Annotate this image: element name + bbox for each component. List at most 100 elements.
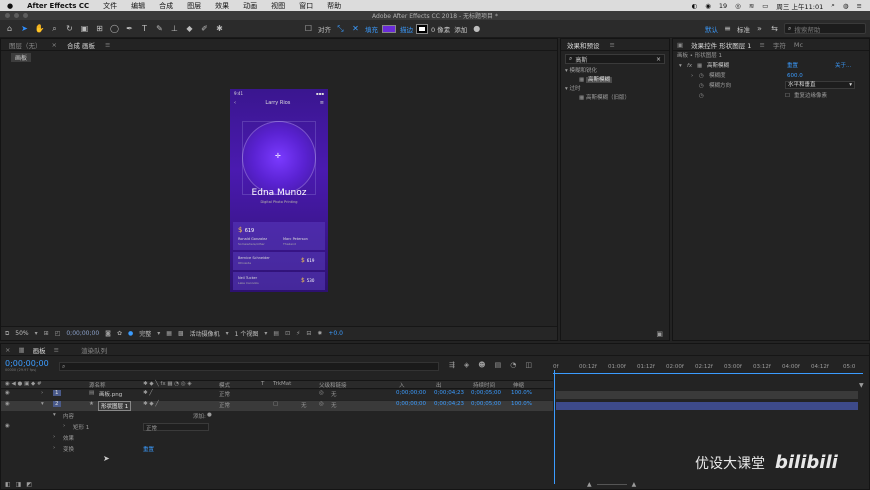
blur-value[interactable]: 600.0 (787, 71, 803, 81)
col-source-name[interactable]: 源名称 (89, 381, 106, 389)
fx-icon[interactable]: fx (687, 61, 692, 71)
add-label[interactable]: 添加: (193, 412, 206, 420)
col-stretch[interactable]: 伸缩 (513, 381, 524, 389)
frame-blend-icon[interactable]: ▤ (495, 361, 502, 369)
exposure-value[interactable]: +0.0 (328, 330, 343, 337)
about-link[interactable]: 关于... (835, 61, 851, 71)
add-icon[interactable]: ● (471, 23, 482, 34)
close-icon[interactable] (5, 13, 10, 18)
zoom-tool-icon[interactable]: ⌕ (49, 23, 60, 34)
workspace-standard[interactable]: 标准 (737, 24, 750, 34)
home-icon[interactable]: ⌂ (4, 23, 15, 34)
clock[interactable]: 周三 上午11:01 (776, 1, 823, 11)
snapshot-icon[interactable]: ◙ (105, 330, 111, 337)
grid-icon[interactable]: ⊞ (44, 330, 49, 337)
ellipse-tool-icon[interactable]: ◯ (109, 23, 120, 34)
fill-swatch[interactable] (382, 24, 396, 33)
layer-search[interactable]: ⌕ (59, 362, 439, 371)
visibility-icon[interactable]: ◉ (5, 401, 10, 407)
stroke-swatch[interactable] (416, 23, 428, 34)
visibility-icon[interactable]: ◉ (5, 423, 10, 429)
fit-icon[interactable]: ▾ (35, 330, 38, 337)
tab-menu-icon[interactable]: ≡ (54, 346, 59, 354)
track-bar-1[interactable] (556, 391, 858, 399)
add-icon[interactable]: ● (207, 412, 212, 418)
menu-file[interactable]: 文件 (96, 1, 124, 11)
dropdown-icon-2[interactable]: ▾ (226, 330, 229, 337)
eraser-tool-icon[interactable]: ◆ (184, 23, 195, 34)
rect-row[interactable]: ◉ › 矩形 1 正常 (1, 423, 553, 433)
stroke-width[interactable]: 0 像素 (431, 24, 450, 34)
clear-icon[interactable]: × (656, 56, 661, 63)
repeat-checkbox[interactable]: ☐ (785, 91, 790, 101)
camera-select[interactable]: 活动摄像机 (190, 329, 220, 338)
zoom-out-icon[interactable]: ▲ (587, 481, 592, 488)
direction-select[interactable]: 水平和垂直 ▾ (785, 81, 855, 89)
col-in[interactable]: 入 (399, 381, 405, 389)
layer-mode[interactable]: 正常 (219, 401, 230, 409)
expand-icon[interactable]: ▾ (679, 61, 682, 71)
hand-tool-icon[interactable]: ✋ (34, 23, 45, 34)
tab-timeline-comp[interactable]: 画板 (33, 345, 46, 355)
3d-icon[interactable]: ⊡ (285, 330, 290, 337)
type-tool-icon[interactable]: T (139, 23, 150, 34)
effect-gaussian-blur-legacy[interactable]: ▦ 高斯模糊（旧版） (565, 94, 669, 103)
sync-icon[interactable]: ⇆ (769, 23, 780, 34)
col-parent[interactable]: 父级和链接 (319, 381, 347, 389)
group-obsolete[interactable]: ▾ 过时 (565, 85, 669, 94)
motion-blur-icon[interactable]: ◔ (510, 361, 516, 369)
add-label[interactable]: 添加 (454, 24, 467, 34)
wifi-icon[interactable]: ≋ (749, 2, 754, 10)
expand-icon[interactable]: › (41, 390, 43, 396)
battery-icon[interactable]: ▭ (762, 2, 768, 10)
reset-link[interactable]: 重置 (787, 61, 798, 71)
exposure-icon[interactable]: ✸ (317, 330, 322, 337)
expand-icon[interactable]: ▾ (53, 412, 56, 418)
pickwhip-icon[interactable]: ◎ (319, 390, 324, 396)
layer-out[interactable]: 0;00;04;23 (434, 390, 464, 396)
dropdown-icon-3[interactable]: ▾ (264, 330, 267, 337)
tab-menu-icon[interactable]: ≡ (105, 41, 110, 49)
shy-icon[interactable]: ☻ (478, 361, 485, 369)
trkmat-value[interactable]: 无 (301, 401, 307, 409)
search-icon[interactable]: ⌕ (831, 1, 835, 10)
layout-icon[interactable]: ▤ (273, 330, 279, 337)
col-duration[interactable]: 持续时间 (473, 381, 495, 389)
layer-parent[interactable]: 无 (331, 390, 337, 398)
layer-stretch[interactable]: 100.0% (511, 401, 532, 407)
layer-mode[interactable]: 正常 (219, 390, 230, 398)
status-icon[interactable]: ◐ (692, 2, 698, 10)
apple-icon[interactable]: ● (0, 2, 20, 10)
snap-icon-2[interactable]: ✕ (350, 23, 361, 34)
group-blur-sharpen[interactable]: ▾ 模糊和锐化 (565, 67, 669, 76)
expand-icon[interactable]: ▾ (41, 401, 44, 407)
pen-tool-icon[interactable]: ✒ (124, 23, 135, 34)
menu-list-icon[interactable]: ≡ (857, 2, 862, 10)
time-ruler[interactable]: 0f 00:12f 01:00f 01:12f 02:00f 02:12f 03… (553, 364, 863, 374)
menu-window[interactable]: 窗口 (292, 1, 320, 11)
menu-view[interactable]: 视图 (264, 1, 292, 11)
layer-in[interactable]: 0;00;00;00 (396, 401, 426, 407)
layer-duration[interactable]: 0;00;05;00 (471, 390, 501, 396)
rect-mode-select[interactable]: 正常 (143, 423, 209, 432)
layer-name[interactable]: 画板.png (99, 390, 122, 398)
flowchart-icon[interactable]: ⊟ (306, 330, 311, 337)
tab-effects-presets[interactable]: 效果和预设 (567, 40, 600, 50)
content-row[interactable]: ▾ 内容 添加: ● (1, 412, 553, 422)
new-folder-icon[interactable]: ▣ (656, 330, 663, 338)
fill-label[interactable]: 填充 (365, 24, 378, 34)
status-icon-2[interactable]: ◎ (735, 2, 741, 10)
siri-icon[interactable]: ◍ (843, 2, 849, 10)
tab-menu-icon[interactable]: ≡ (610, 41, 615, 49)
trkmat-select[interactable]: ▢ (273, 401, 278, 407)
zoom-slider[interactable] (596, 483, 627, 485)
zoom-select[interactable]: 50% (15, 330, 28, 337)
dropdown-icon[interactable]: ▾ (157, 330, 160, 337)
tab-composition[interactable]: 合成 画板 (67, 40, 95, 50)
region-icon[interactable]: ⧉ (5, 330, 9, 338)
expand-icon[interactable]: › (53, 434, 55, 440)
menu-layer[interactable]: 图层 (180, 1, 208, 11)
close-icon[interactable]: × (5, 346, 10, 354)
pickwhip-icon[interactable]: ◎ (319, 401, 324, 407)
effects-search[interactable]: ⌕ 高斯 × (565, 54, 665, 64)
